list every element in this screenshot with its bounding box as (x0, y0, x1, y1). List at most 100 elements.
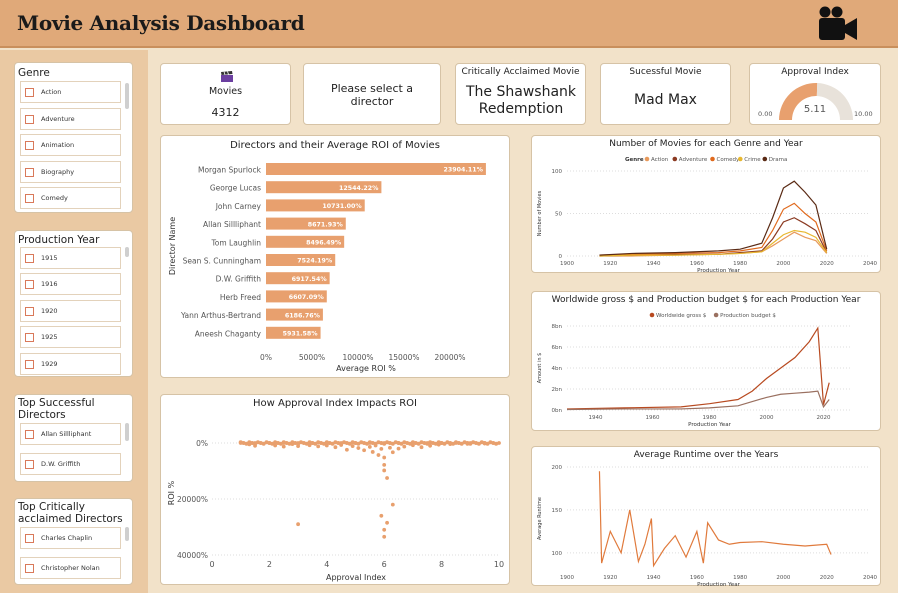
checkbox[interactable] (25, 563, 34, 573)
scatter-point (382, 468, 387, 473)
slicer-item-comedy[interactable]: Comedy (20, 187, 121, 209)
checkbox[interactable] (25, 306, 34, 316)
x-tick-label: 1940 (589, 415, 603, 421)
y-tick-label: 100 (552, 551, 563, 557)
director-label: George Lucas (210, 184, 261, 193)
scatter-point (367, 445, 372, 449)
series-line (598, 471, 832, 568)
scatter-point (482, 441, 487, 445)
slicer-item-1929[interactable]: 1929 (20, 353, 121, 375)
checkbox[interactable] (25, 87, 34, 97)
x-tick-label: 0 (209, 560, 214, 569)
x-tick-label: 1960 (690, 261, 704, 267)
y-tick-label: 0 (559, 254, 563, 260)
slicer-item-allan-sillliphant[interactable]: Allan Sillliphant (20, 423, 121, 445)
x-tick-label: 1960 (646, 415, 660, 421)
slicer-item-1920[interactable]: 1920 (20, 300, 121, 322)
legend-marker (672, 156, 678, 162)
checkbox[interactable] (25, 114, 34, 124)
year-scrollbar[interactable] (125, 247, 129, 257)
roi-data-label: 6917.54% (292, 276, 328, 283)
x-tick-label: 1980 (733, 575, 747, 581)
scatter-point (253, 441, 257, 445)
scatter-point (396, 441, 401, 445)
slicer-item-1916[interactable]: 1916 (20, 273, 121, 295)
scatter-point (385, 520, 389, 525)
scatter-point (373, 443, 378, 448)
scatter-point (316, 444, 321, 449)
checkbox[interactable] (25, 193, 34, 203)
checkbox[interactable] (25, 533, 34, 543)
scatter-point (273, 443, 278, 448)
checkbox[interactable] (25, 429, 34, 439)
roi-data-label: 5931.58% (283, 331, 319, 338)
slicer-item-adventure[interactable]: Adventure (20, 108, 121, 130)
checkbox[interactable] (25, 459, 34, 469)
scatter-point (382, 462, 387, 467)
gross-budget-chart-card: Worldwide gross $ and Production budget … (531, 291, 881, 431)
x-tick-label: 5000% (299, 353, 325, 362)
scatter-point (379, 446, 384, 451)
director-kpi-card[interactable]: Please select a director (303, 63, 441, 125)
slicer-item-christopher-nolan[interactable]: Christopher Nolan (20, 557, 121, 579)
scatter-point (356, 446, 361, 450)
page-title: Movie Analysis Dashboard (17, 11, 305, 35)
slicer-item-dw-griffith[interactable]: D.W. Griffith (20, 453, 121, 475)
legend-label: Production budget $ (720, 313, 776, 319)
x-tick-label: 10000% (343, 353, 374, 362)
legend-label: Adventure (679, 157, 708, 163)
slicer-item-charles-chaplin[interactable]: Charles Chaplin (20, 527, 121, 549)
x-tick-label: 1980 (703, 415, 717, 421)
legend-label: Drama (769, 157, 788, 163)
runtime-line-chart: 200 150 100 1900 1920 1940 1960 1980 2000 2020 204… (537, 465, 877, 587)
y-tick-label: 4bn (552, 366, 563, 372)
scatter-point (379, 513, 384, 518)
slicer-item-1915[interactable]: 1915 (20, 247, 121, 269)
scatter-point (390, 502, 395, 507)
scatter-point (324, 441, 329, 445)
successful-scrollbar[interactable] (125, 423, 129, 441)
genre-slicer: Genre Action Adventure Animation Biograp… (14, 62, 133, 213)
x-tick-label: 6 (382, 560, 387, 569)
scatter-point (411, 441, 415, 445)
slicer-item-animation[interactable]: Animation (20, 134, 121, 156)
checkbox[interactable] (25, 279, 34, 289)
checkbox[interactable] (25, 140, 34, 150)
slicer-item-biography[interactable]: Biography (20, 161, 121, 183)
checkbox[interactable] (25, 253, 34, 263)
genre-scrollbar[interactable] (125, 83, 129, 109)
roi-data-label: 8671.93% (308, 221, 344, 228)
x-axis-title: Production Year (697, 582, 740, 587)
director-label: Sean S. Cunningham (183, 257, 261, 266)
x-tick-label: 1940 (647, 575, 661, 581)
y-axis-title: Number of Movies (537, 190, 543, 236)
legend-marker (762, 156, 768, 162)
x-tick-label: 4 (324, 560, 329, 569)
runtime-chart-card: Average Runtime over the Years 200 150 100… (531, 446, 881, 587)
x-tick-label: 2040 (863, 575, 877, 581)
x-tick-label: 1900 (560, 575, 574, 581)
roi-data-label: 7524.19% (297, 258, 333, 265)
movies-count: 4312 (211, 106, 240, 119)
y-tick-label: 8bn (552, 324, 563, 330)
y-axis-title: Amount in $ (537, 353, 543, 384)
slicer-item-1925[interactable]: 1925 (20, 326, 121, 348)
y-tick-label: 6bn (552, 345, 563, 351)
scatter-point (385, 476, 389, 480)
scatter-point (419, 445, 424, 450)
x-tick-label: 2000 (760, 415, 774, 421)
checkbox[interactable] (25, 332, 34, 342)
scatter-point (396, 446, 401, 451)
y-tick-label: 150 (552, 508, 563, 514)
gross-budget-line-chart: 8bn 6bn 4bn 2bn 0bn 1940 1960 1980 2000 2020 Produ… (537, 312, 852, 428)
checkbox[interactable] (25, 359, 34, 369)
slicer-item-action[interactable]: Action (20, 81, 121, 103)
acclaimed-scrollbar[interactable] (125, 527, 129, 541)
scatter-point (428, 443, 433, 448)
scatter-point (310, 441, 315, 445)
x-tick-label: 2020 (817, 415, 831, 421)
scatter-point (339, 441, 344, 445)
genre-slicer-title: Genre (18, 67, 50, 79)
checkbox[interactable] (25, 167, 34, 177)
approval-index-kpi-card: Approval Index 5.11 0.00 10.00 (749, 63, 881, 125)
